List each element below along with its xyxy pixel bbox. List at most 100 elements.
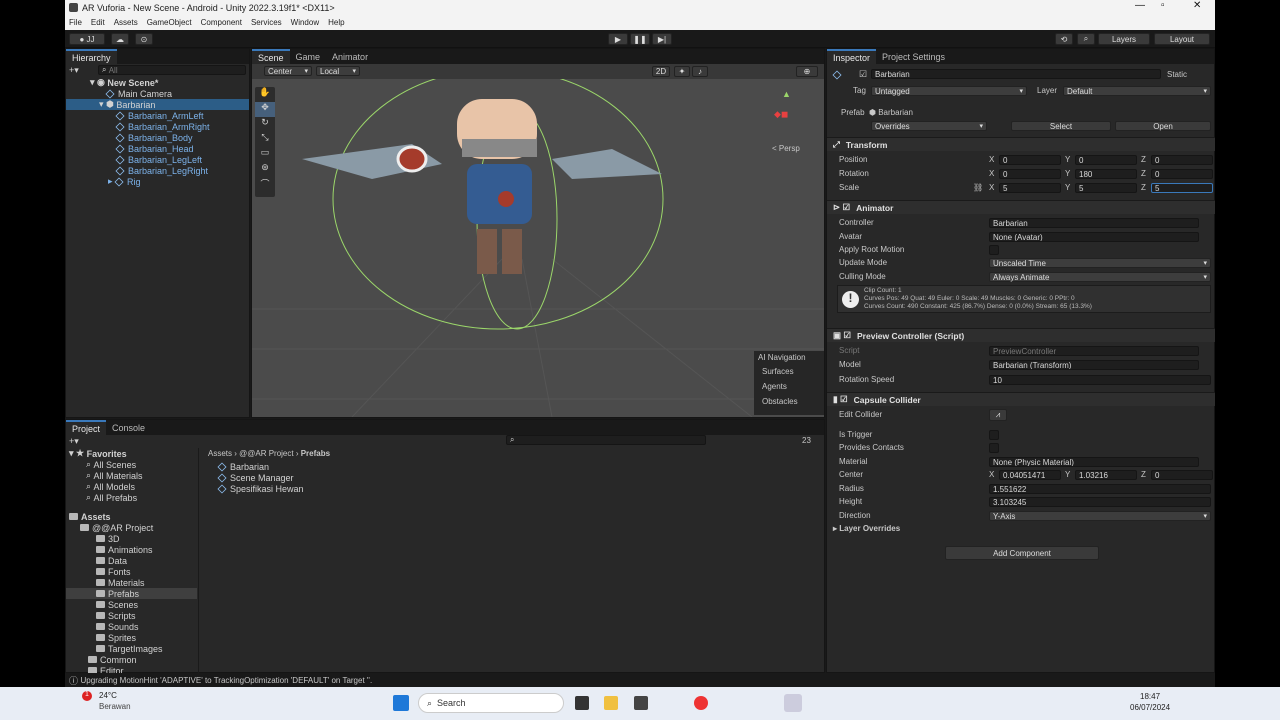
- file-explorer-icon[interactable]: [604, 696, 618, 710]
- folder-item[interactable]: Materials: [96, 577, 145, 588]
- folder-project-root[interactable]: @@AR Project: [80, 522, 153, 533]
- scale-z-field[interactable]: 5: [1151, 183, 1213, 193]
- rotation-speed-field[interactable]: 10: [989, 375, 1211, 385]
- folder-item[interactable]: Animations: [96, 544, 153, 555]
- breadcrumb-item[interactable]: @@AR Project: [239, 449, 293, 458]
- clock-time[interactable]: 18:47: [1140, 692, 1160, 701]
- edit-collider-button[interactable]: ⩘: [989, 409, 1007, 421]
- tab-project[interactable]: Project: [66, 420, 107, 435]
- overlay-surfaces[interactable]: Surfaces: [754, 364, 824, 379]
- hand-tool-icon[interactable]: ✋: [255, 87, 275, 102]
- center-x-field[interactable]: 0.04051471: [999, 470, 1061, 480]
- scale-tool-icon[interactable]: ⤡: [255, 132, 275, 147]
- status-message[interactable]: Upgrading MotionHint 'ADAPTIVE' to Track…: [81, 676, 373, 685]
- hierarchy-item-legright[interactable]: Barbarian_LegRight: [115, 165, 208, 176]
- active-checkbox[interactable]: ☑: [859, 69, 867, 80]
- lighting-icon[interactable]: ✦: [674, 66, 690, 77]
- radius-field[interactable]: 1.551622: [989, 484, 1211, 494]
- scene-gizmo[interactable]: ▲ ◆◼ < Persp: [764, 89, 809, 153]
- constrain-proportions-icon[interactable]: ⛓: [973, 182, 983, 193]
- preview-controller-header[interactable]: ▣ ☑ Preview Controller (Script): [827, 328, 1215, 342]
- center-z-field[interactable]: 0: [1151, 470, 1213, 480]
- custom-tool-icon[interactable]: ⌒: [255, 177, 275, 192]
- pivot-dropdown[interactable]: Center: [264, 66, 312, 76]
- asset-item[interactable]: Barbarian: [217, 461, 269, 472]
- minimize-icon[interactable]: —: [1135, 0, 1145, 11]
- folder-item[interactable]: Scenes: [96, 599, 138, 610]
- menu-services[interactable]: Services: [251, 18, 282, 27]
- tab-hierarchy[interactable]: Hierarchy: [66, 49, 117, 64]
- hierarchy-item-body[interactable]: Barbarian_Body: [115, 132, 193, 143]
- folder-item[interactable]: TargetImages: [96, 643, 163, 654]
- folder-item[interactable]: Fonts: [96, 566, 131, 577]
- pause-button[interactable]: ❚❚: [630, 33, 650, 45]
- step-button[interactable]: ▶|: [652, 33, 672, 45]
- menu-window[interactable]: Window: [291, 18, 319, 27]
- hierarchy-item-main-camera[interactable]: Main Camera: [105, 88, 172, 99]
- scale-y-field[interactable]: 5: [1075, 183, 1137, 193]
- tab-animator[interactable]: Animator: [326, 49, 374, 64]
- menu-gameobject[interactable]: GameObject: [147, 18, 192, 27]
- scale-x-field[interactable]: 5: [999, 183, 1061, 193]
- root-motion-checkbox[interactable]: [989, 245, 999, 255]
- model-field[interactable]: Barbarian (Transform): [989, 360, 1199, 370]
- asset-item[interactable]: Spesifikasi Hewan: [217, 483, 304, 494]
- add-component-button[interactable]: Add Component: [945, 546, 1099, 560]
- transform-header[interactable]: ⤢ Transform: [827, 137, 1215, 151]
- create-asset-icon[interactable]: +▾: [69, 436, 79, 447]
- taskbar-search[interactable]: ⌕ Search: [418, 693, 564, 713]
- layer-overrides-foldout[interactable]: ▸ Layer Overrides: [833, 523, 900, 534]
- overlay-obstacles[interactable]: Obstacles: [754, 394, 824, 409]
- position-z-field[interactable]: 0: [1151, 155, 1213, 165]
- rotation-y-field[interactable]: 180: [1075, 169, 1137, 179]
- tab-inspector[interactable]: Inspector: [827, 49, 877, 64]
- collab-icon[interactable]: ⊙: [135, 33, 153, 45]
- rotation-z-field[interactable]: 0: [1151, 169, 1213, 179]
- scene-root[interactable]: ▾ ◉ New Scene*: [90, 77, 158, 88]
- prefab-asset[interactable]: ⬢ Barbarian: [869, 107, 913, 118]
- folder-item[interactable]: Sprites: [96, 632, 136, 643]
- folder-item[interactable]: Common: [88, 654, 137, 665]
- static-toggle[interactable]: Static: [1167, 69, 1187, 80]
- folder-item-selected[interactable]: Prefabs: [66, 588, 197, 599]
- gizmos-icon[interactable]: ⊕: [796, 66, 818, 77]
- rect-tool-icon[interactable]: ▭: [255, 147, 275, 162]
- folder-item[interactable]: Sounds: [96, 621, 139, 632]
- hierarchy-item-rig[interactable]: ▸ Rig: [108, 176, 141, 187]
- unity-hub-icon[interactable]: [634, 696, 648, 710]
- maximize-icon[interactable]: ▫: [1161, 0, 1165, 11]
- provides-contacts-checkbox[interactable]: [989, 443, 999, 453]
- hierarchy-item-barbarian[interactable]: ▾ ⬢ Barbarian: [66, 99, 249, 110]
- breadcrumb-item[interactable]: Assets: [208, 449, 232, 458]
- is-trigger-checkbox[interactable]: [989, 430, 999, 440]
- assets-header[interactable]: Assets: [69, 511, 111, 522]
- menu-help[interactable]: Help: [328, 18, 344, 27]
- clock-date[interactable]: 06/07/2024: [1130, 703, 1170, 712]
- close-icon[interactable]: ✕: [1193, 0, 1201, 11]
- favorites-header[interactable]: ▾ ★ Favorites: [69, 448, 127, 459]
- search-icon[interactable]: ⌕: [1077, 33, 1095, 45]
- favorite-item[interactable]: ⌕ All Models: [86, 481, 135, 492]
- layers-dropdown[interactable]: Layers: [1098, 33, 1150, 45]
- animator-header[interactable]: ⊳ ☑ Animator: [827, 200, 1215, 214]
- overrides-dropdown[interactable]: Overrides: [871, 121, 987, 131]
- overlay-agents[interactable]: Agents: [754, 379, 824, 394]
- layer-dropdown[interactable]: Default: [1063, 86, 1211, 96]
- asset-item[interactable]: Scene Manager: [217, 472, 294, 483]
- center-y-field[interactable]: 1.03216: [1075, 470, 1137, 480]
- menu-component[interactable]: Component: [201, 18, 242, 27]
- tab-game[interactable]: Game: [290, 49, 327, 64]
- cloud-icon[interactable]: ☁: [111, 33, 129, 45]
- material-field[interactable]: None (Physic Material): [989, 457, 1199, 467]
- unity-editor-icon[interactable]: [784, 694, 802, 712]
- select-button[interactable]: Select: [1011, 121, 1111, 131]
- rotate-tool-icon[interactable]: ↻: [255, 117, 275, 132]
- breadcrumb-current[interactable]: Prefabs: [301, 449, 330, 458]
- capsule-collider-header[interactable]: ▮ ☑ Capsule Collider: [827, 392, 1215, 406]
- transform-tool-icon[interactable]: ⊛: [255, 162, 275, 177]
- hierarchy-item-legleft[interactable]: Barbarian_LegLeft: [115, 154, 202, 165]
- menu-file[interactable]: File: [69, 18, 82, 27]
- favorite-item[interactable]: ⌕ All Scenes: [86, 459, 136, 470]
- play-button[interactable]: ▶: [608, 33, 628, 45]
- project-search-input[interactable]: ⌕: [506, 435, 706, 445]
